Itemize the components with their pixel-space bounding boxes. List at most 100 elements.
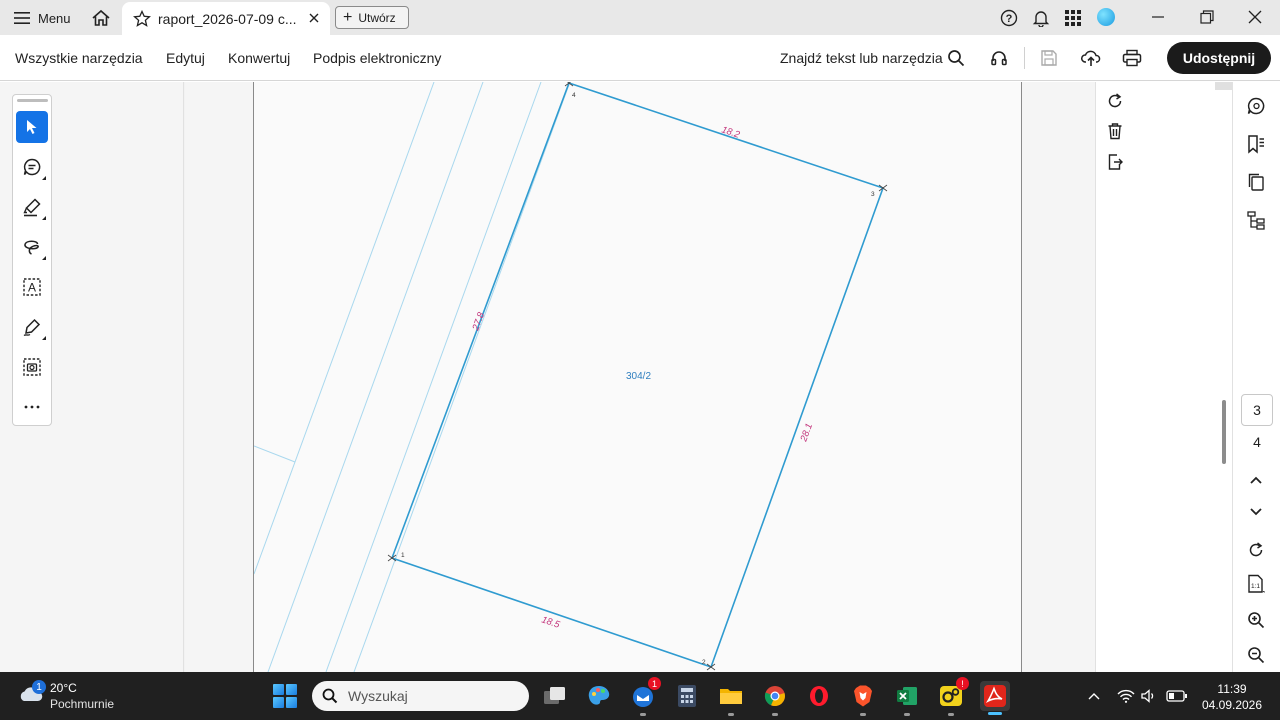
print-icon[interactable] <box>1121 47 1143 69</box>
acrobat-icon[interactable] <box>980 681 1010 715</box>
structure-tree-icon[interactable] <box>1245 209 1267 231</box>
paint-palette-icon[interactable] <box>585 682 613 710</box>
toolbar-grip[interactable] <box>17 99 48 102</box>
divider <box>1024 47 1025 69</box>
help-icon[interactable]: ? <box>998 7 1020 29</box>
running-indicator <box>860 713 866 716</box>
text-box-icon: A <box>23 278 41 296</box>
adjacent-parcel-lines <box>254 82 571 672</box>
read-aloud-headphones-icon[interactable] <box>988 47 1010 69</box>
highlighter-icon <box>23 198 41 217</box>
system-clock[interactable]: 11:39 04.09.2026 <box>1198 681 1266 713</box>
taskbar: 1 20°C Pochmurnie Wyszukaj 1 ! 11:39 04.… <box>0 672 1280 720</box>
wifi-icon[interactable] <box>1117 687 1135 705</box>
save-icon[interactable] <box>1038 47 1060 69</box>
excel-icon[interactable] <box>893 682 921 716</box>
battery-icon[interactable] <box>1166 687 1188 705</box>
title-bar: Menu raport_2026-07-09 c... + Utwórz ? <box>0 0 1280 35</box>
previous-page-chevron-up-icon[interactable] <box>1245 469 1267 491</box>
menu-e-signature[interactable]: Podpis elektroniczny <box>313 50 441 66</box>
calculator-icon[interactable] <box>673 682 701 710</box>
edge-label-bottom: 18.5 <box>540 614 562 631</box>
current-page-input[interactable]: 3 <box>1241 394 1273 426</box>
file-explorer-icon[interactable] <box>717 682 745 716</box>
search-icon[interactable] <box>945 47 967 69</box>
settings-app-icon[interactable]: ! <box>937 677 969 716</box>
freehand-lasso-icon <box>24 240 39 255</box>
edge-label-right: 28.1 <box>798 422 815 444</box>
running-indicator <box>772 713 778 716</box>
trash-icon[interactable] <box>1104 120 1126 142</box>
edge-label-top: 18.2 <box>720 124 742 141</box>
rotate-page-icon[interactable] <box>1104 90 1126 112</box>
brave-icon[interactable] <box>849 682 877 716</box>
vertical-scrollbar-thumb[interactable] <box>1222 400 1226 464</box>
minimize-icon[interactable] <box>1143 5 1173 29</box>
home-button[interactable] <box>88 6 114 30</box>
extract-page-icon[interactable] <box>1104 151 1126 173</box>
apps-grid-icon[interactable] <box>1062 7 1084 29</box>
find-text-label[interactable]: Znajdź tekst lub narzędzia <box>780 50 943 66</box>
comments-panel-icon[interactable] <box>1245 95 1267 117</box>
mail-app-icon[interactable]: 1 <box>629 677 661 716</box>
start-windows-icon[interactable] <box>273 684 297 708</box>
tray-overflow-chevron-icon[interactable] <box>1085 687 1103 705</box>
parcel-number-label: 304/2 <box>626 371 651 382</box>
menu-button[interactable]: Menu <box>14 9 71 27</box>
avatar[interactable] <box>1097 8 1115 26</box>
highlight-tool[interactable] <box>16 191 48 223</box>
home-icon <box>92 9 110 26</box>
running-indicator <box>948 713 954 716</box>
page-thumbnails-icon[interactable] <box>1245 171 1267 193</box>
create-label: Utwórz <box>358 10 396 25</box>
plus-icon: + <box>343 8 353 26</box>
menu-all-tools[interactable]: Wszystkie narzędzia <box>15 50 143 66</box>
opera-icon[interactable] <box>805 682 833 710</box>
star-icon[interactable] <box>132 9 152 29</box>
thin-line <box>353 82 571 672</box>
task-view-icon[interactable] <box>541 682 569 710</box>
text-box-tool[interactable]: A <box>16 271 48 303</box>
thin-line <box>254 82 435 575</box>
more-tools-button[interactable] <box>16 391 48 423</box>
close-window-icon[interactable] <box>1240 5 1270 29</box>
cursor-arrow-icon <box>27 120 37 134</box>
volume-icon[interactable] <box>1140 687 1158 705</box>
clock-date: 04.09.2026 <box>1201 698 1263 712</box>
chrome-icon[interactable] <box>761 682 789 716</box>
page-actions-panel <box>1095 82 1232 672</box>
actual-size-icon[interactable]: 1:1 <box>1245 573 1267 595</box>
parcel-map: 4 3 2 1 18.2 27.8 28.1 18.5 304/2 <box>254 82 888 672</box>
app-alert-badge: ! <box>956 677 969 690</box>
menu-edit[interactable]: Edytuj <box>166 50 205 66</box>
refresh-rotate-icon[interactable] <box>1245 539 1267 561</box>
bookmarks-icon[interactable] <box>1245 133 1267 155</box>
thin-line <box>325 82 542 672</box>
document-tab[interactable]: raport_2026-07-09 c... <box>122 2 330 35</box>
page-gutter-right <box>1022 82 1095 672</box>
weather-condition-label: Pochmurnie <box>50 697 115 711</box>
document-page[interactable]: 4 3 2 1 18.2 27.8 28.1 18.5 304/2 <box>253 82 1022 672</box>
more-dots-icon <box>24 405 40 409</box>
sign-tool[interactable] <box>16 311 48 343</box>
select-tool[interactable] <box>16 111 48 143</box>
tab-close-icon[interactable] <box>306 10 322 26</box>
bell-icon[interactable] <box>1030 7 1052 29</box>
snapshot-tool[interactable] <box>16 351 48 383</box>
draw-tool[interactable] <box>16 231 48 263</box>
create-button[interactable]: + Utwórz <box>335 6 409 29</box>
zoom-out-icon[interactable] <box>1245 644 1267 666</box>
thin-line <box>254 445 296 463</box>
taskbar-search-box[interactable]: Wyszukaj <box>312 681 529 711</box>
tab-title: raport_2026-07-09 c... <box>158 10 297 27</box>
comment-tool[interactable] <box>16 151 48 183</box>
share-button[interactable]: Udostępnij <box>1167 42 1271 74</box>
running-indicator <box>640 713 646 716</box>
restore-icon[interactable] <box>1192 5 1222 29</box>
next-page-chevron-down-icon[interactable] <box>1245 501 1267 523</box>
total-pages-label: 4 <box>1253 434 1261 450</box>
zoom-in-icon[interactable] <box>1245 609 1267 631</box>
menu-convert[interactable]: Konwertuj <box>228 50 290 66</box>
expand-corner-icon <box>42 216 46 220</box>
cloud-upload-icon[interactable] <box>1080 47 1102 69</box>
